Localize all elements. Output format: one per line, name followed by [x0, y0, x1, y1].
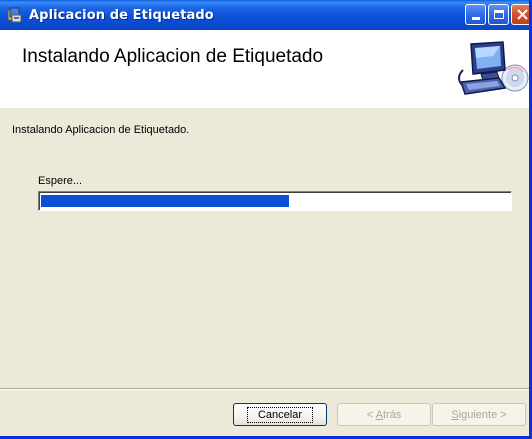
- back-button[interactable]: < Atrás: [337, 403, 431, 426]
- wait-label: Espere...: [38, 175, 83, 187]
- next-button[interactable]: Siguiente >: [432, 403, 526, 426]
- back-label-prefix: <: [366, 408, 376, 421]
- close-button[interactable]: [511, 4, 529, 25]
- header-banner: Instalando Aplicacion de Etiquetado: [0, 30, 529, 108]
- page-title: Instalando Aplicacion de Etiquetado: [22, 46, 324, 67]
- maximize-icon: [493, 10, 504, 19]
- close-icon: [516, 9, 528, 20]
- minimize-icon: [471, 17, 480, 20]
- status-text: Instalando Aplicacion de Etiquetado.: [12, 124, 190, 136]
- progress-fill: [41, 195, 289, 207]
- next-label-accel: S: [451, 408, 459, 421]
- progress-bar: [38, 191, 512, 211]
- cancel-button[interactable]: Cancelar: [233, 403, 327, 426]
- header-divider: [0, 107, 529, 108]
- footer-divider: [0, 388, 529, 390]
- minimize-button[interactable]: [465, 4, 486, 25]
- next-label-rest: iguiente >: [458, 408, 507, 421]
- installer-icon: [7, 7, 23, 23]
- next-button-label: Siguiente >: [451, 409, 506, 421]
- back-button-label: < Atrás: [367, 409, 402, 421]
- window-title: Aplicacion de Etiquetado: [29, 7, 214, 23]
- computer-setup-icon: [453, 40, 529, 100]
- installer-window: Aplicacion de Etiquetado Instalando Apli…: [0, 0, 532, 439]
- maximize-button[interactable]: [488, 4, 509, 25]
- title-bar[interactable]: Aplicacion de Etiquetado: [0, 0, 529, 30]
- window-controls: [465, 4, 529, 25]
- back-label-rest: trás: [382, 408, 402, 421]
- back-label-accel: A: [375, 408, 383, 421]
- cancel-button-label: Cancelar: [246, 406, 314, 423]
